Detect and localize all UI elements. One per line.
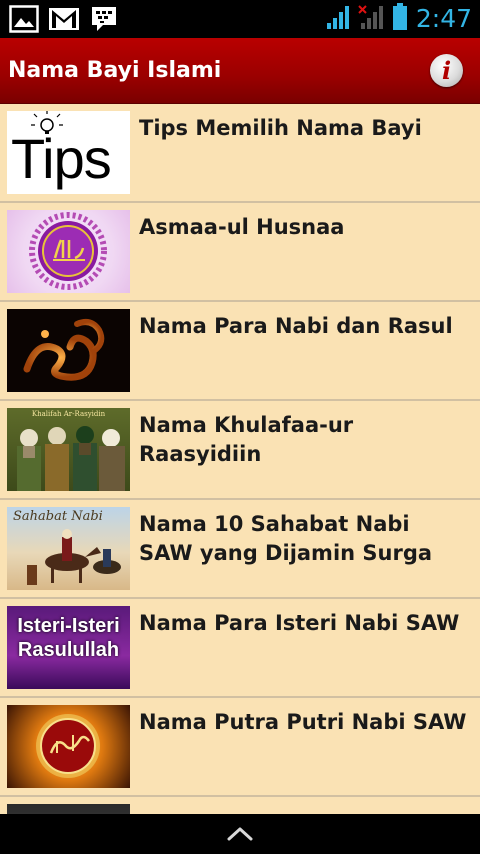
- no-signal-icon: [358, 4, 384, 34]
- thumbnail: [7, 210, 130, 293]
- fatimah-calligraphy-image: [36, 714, 100, 778]
- gallery-icon: [8, 4, 40, 34]
- thumbnail-text: Isteri-Isteri Rasulullah: [17, 615, 120, 661]
- list-item-title: Nama Para Nabi dan Rasul: [139, 314, 453, 338]
- app-title: Nama Bayi Islami: [8, 58, 222, 83]
- status-bar: 2:47: [0, 0, 480, 38]
- thumbnail: [7, 309, 130, 392]
- list-item[interactable]: Asmaa-ul Husnaa: [0, 203, 480, 302]
- bbm-icon: [88, 4, 120, 34]
- thumbnail-text: Sahabat Nabi: [13, 509, 103, 524]
- thumbnail: Khalifah Ar-Rasyidin: [7, 408, 130, 491]
- muhammad-calligraphy-image: [23, 319, 105, 381]
- list-item-title: Asmaa-ul Husnaa: [139, 215, 345, 239]
- list-item[interactable]: Khalifah Ar-Rasyidin Nama Khulafaa-ur Ra…: [0, 401, 480, 500]
- thumbnail: Tips: [7, 111, 130, 194]
- chevron-up-icon[interactable]: [226, 824, 254, 844]
- list-item-title: Tips Memilih Nama Bayi: [139, 116, 422, 140]
- thumbnail: Isteri-Isteri Rasulullah: [7, 606, 130, 689]
- asmaul-husna-image: [29, 212, 107, 290]
- app-bar: Nama Bayi Islami i: [0, 38, 480, 104]
- bottom-bar: [0, 814, 480, 854]
- thumbnail-text: Khalifah Ar-Rasyidin: [31, 410, 106, 418]
- battery-icon: [392, 3, 408, 35]
- signal-icon: [326, 4, 350, 34]
- list-item-title: Nama Para Isteri Nabi SAW: [139, 611, 460, 635]
- list-item-title: Nama Putra Putri Nabi SAW: [139, 710, 467, 734]
- list-item[interactable]: [0, 797, 480, 814]
- thumbnail: Sahabat Nabi: [7, 507, 130, 590]
- list-item[interactable]: Nama Para Nabi dan Rasul: [0, 302, 480, 401]
- list-item[interactable]: Nama Putra Putri Nabi SAW: [0, 698, 480, 797]
- list-item-title: Nama 10 Sahabat Nabi SAW yang Dijamin Su…: [139, 512, 433, 565]
- khulafaur-rasyidin-image: [17, 426, 125, 491]
- list-item[interactable]: Isteri-Isteri Rasulullah Nama Para Ister…: [0, 599, 480, 698]
- gmail-icon: [48, 4, 80, 34]
- clock: 2:47: [415, 4, 472, 33]
- info-icon: i: [441, 55, 452, 85]
- list-item[interactable]: Sahabat Nabi Nama 10 Sahabat Nabi SAW ya…: [0, 500, 480, 599]
- thumbnail: [7, 804, 130, 814]
- info-button[interactable]: i: [430, 54, 463, 87]
- list-item-title: Nama Khulafaa-ur Raasyidiin: [139, 413, 354, 466]
- thumbnail-text: Tips: [11, 127, 112, 190]
- thumbnail: [7, 705, 130, 788]
- menu-list[interactable]: Tips Tips Memilih Nama Bayi Asmaa-ul Hus…: [0, 104, 480, 814]
- list-item[interactable]: Tips Tips Memilih Nama Bayi: [0, 104, 480, 203]
